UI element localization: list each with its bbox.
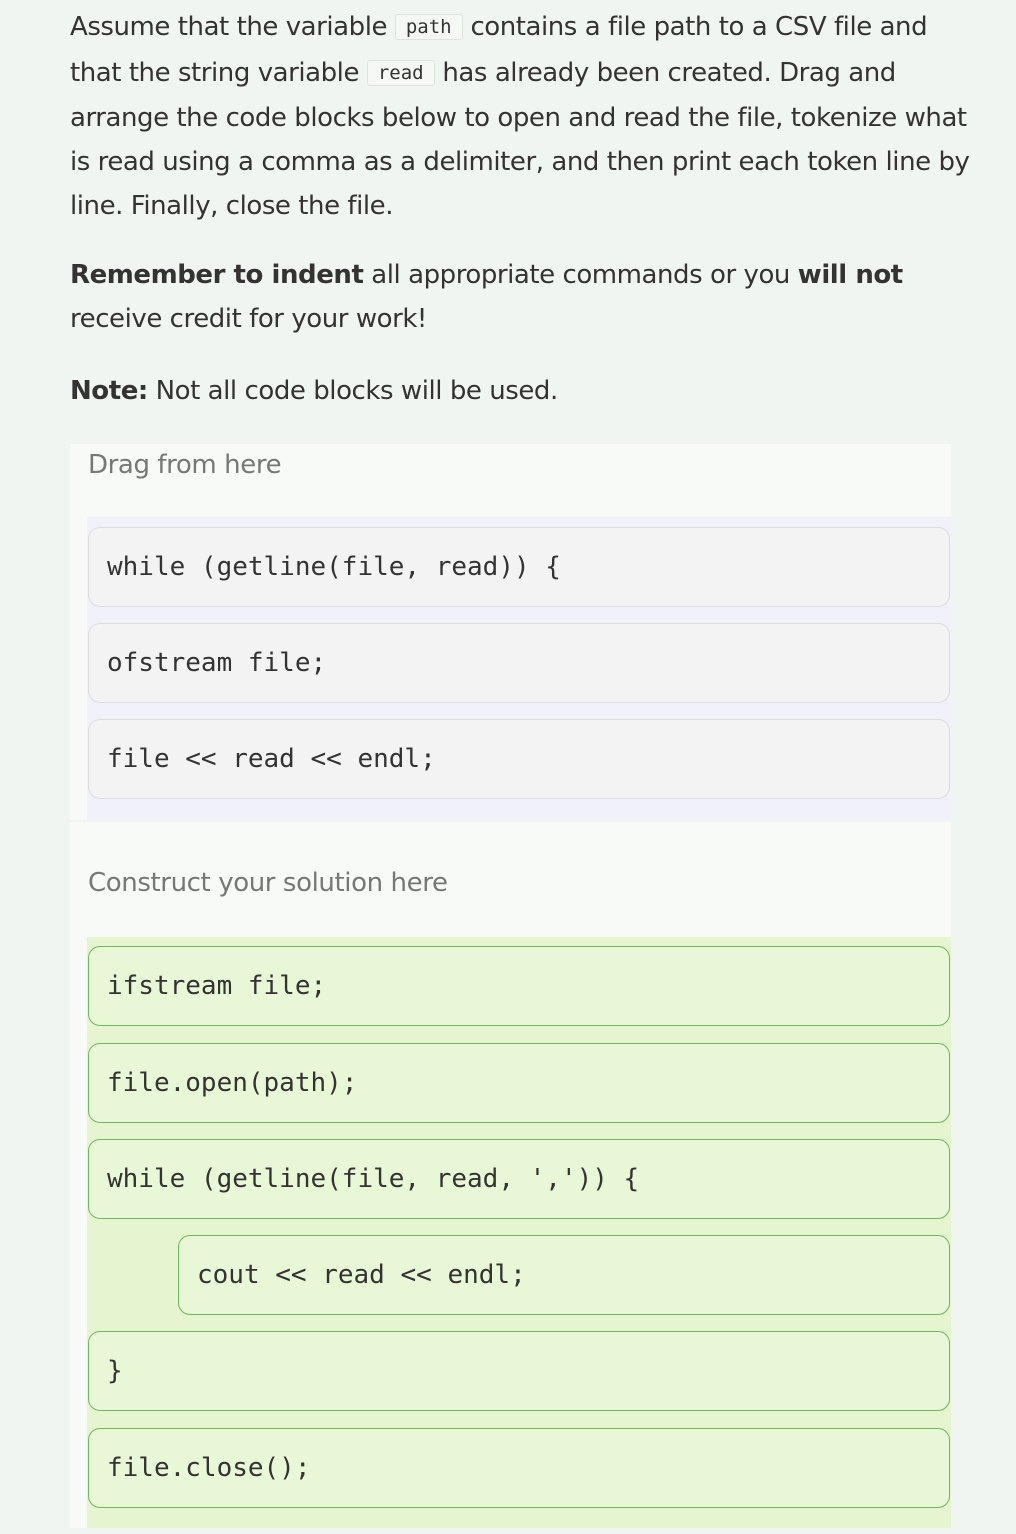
drag-source-panel: Drag from here while (getline(file, read…: [70, 444, 951, 820]
drag-panel-label: Drag from here: [88, 450, 282, 480]
code-block[interactable]: while (getline(file, read)) {: [88, 527, 950, 607]
reminder-bold: Remember to indent: [70, 260, 364, 290]
instructions-paragraph: Assume that the variable path contains a…: [70, 6, 970, 229]
solution-panel: Construct your solution here ifstream fi…: [70, 822, 951, 1528]
note-bold: Note:: [70, 376, 148, 406]
code-block[interactable]: ofstream file;: [88, 623, 950, 703]
instructions-text: Assume that the variable: [70, 12, 395, 42]
code-read: read: [366, 59, 435, 86]
reminder-text: receive credit for your work!: [70, 303, 427, 334]
code-path: path: [394, 14, 463, 40]
note: Note: Not all code blocks will be used.: [70, 370, 970, 414]
reminder-bold: will not: [797, 260, 903, 290]
code-block[interactable]: file << read << endl;: [88, 719, 950, 799]
indent-reminder: Remember to indent all appropriate comma…: [70, 254, 970, 341]
solution-panel-label: Construct your solution here: [88, 868, 448, 898]
code-block[interactable]: file.close();: [88, 1428, 950, 1508]
drag-source-area[interactable]: while (getline(file, read)) { ofstream f…: [87, 517, 951, 820]
note-text: Not all code blocks will be used.: [147, 376, 559, 406]
code-block-indented[interactable]: cout << read << endl;: [178, 1235, 950, 1315]
solution-drop-area[interactable]: ifstream file; file.open(path); while (g…: [87, 937, 951, 1528]
code-block[interactable]: file.open(path);: [88, 1043, 950, 1123]
code-block[interactable]: while (getline(file, read, ',')) {: [88, 1139, 950, 1219]
code-block[interactable]: }: [88, 1331, 950, 1411]
reminder-text: all appropriate commands or you: [363, 260, 798, 290]
code-block[interactable]: ifstream file;: [88, 946, 950, 1026]
